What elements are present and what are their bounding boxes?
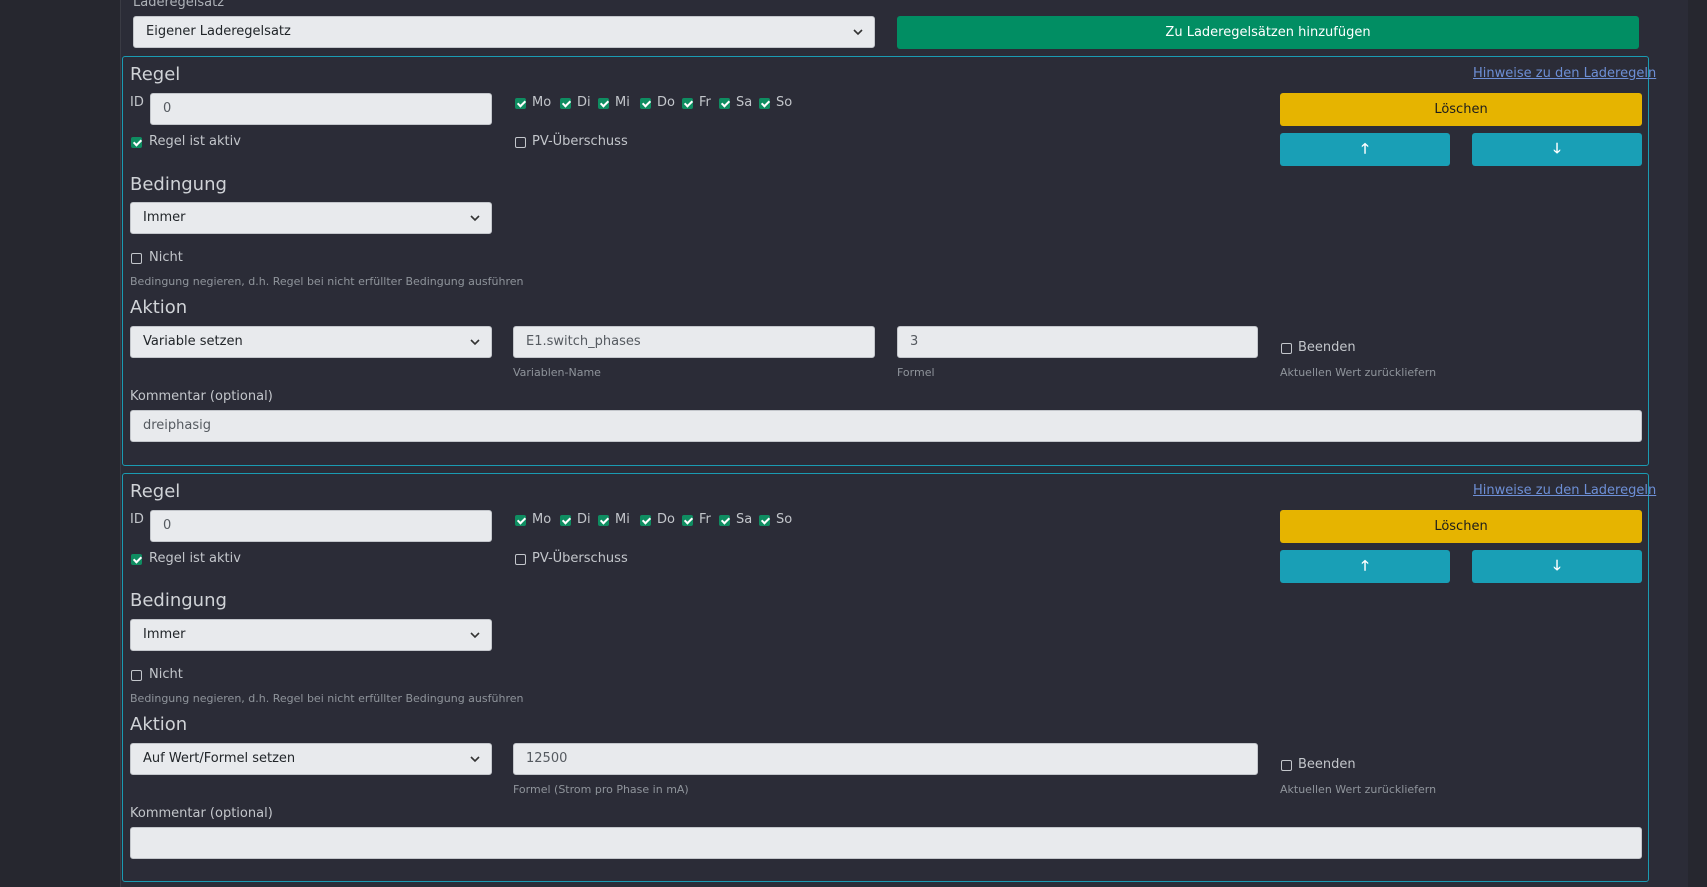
move-up-button[interactable]: 🡑 <box>1280 133 1450 166</box>
comment-input[interactable] <box>130 827 1642 859</box>
rule-active-checkbox[interactable] <box>131 137 142 148</box>
id-label: ID <box>130 512 144 527</box>
day-checkbox-do[interactable] <box>640 98 651 109</box>
not-checkbox[interactable] <box>131 253 142 264</box>
day-label: Fr <box>699 512 711 527</box>
day-label: Mo <box>532 512 552 527</box>
right-scrollbar-track[interactable] <box>1688 0 1707 887</box>
rule-title: Regel <box>130 481 181 502</box>
day-checkbox-do[interactable] <box>640 515 651 526</box>
day-label: So <box>776 95 793 110</box>
condition-select-value: Immer <box>143 210 186 225</box>
day-label: Mi <box>615 512 630 527</box>
move-down-button[interactable]: 🡓 <box>1472 550 1642 583</box>
finish-label: Beenden <box>1298 757 1356 772</box>
id-input[interactable]: 0 <box>150 510 492 542</box>
move-down-button[interactable]: 🡓 <box>1472 133 1642 166</box>
chevron-down-icon <box>470 632 480 639</box>
arrow-up-icon: 🡑 <box>1361 141 1369 157</box>
day-label: So <box>776 512 793 527</box>
not-checkbox[interactable] <box>131 670 142 681</box>
finish-help-text: Aktuellen Wert zurückliefern <box>1280 783 1437 796</box>
finish-checkbox[interactable] <box>1281 760 1292 771</box>
condition-select-value: Immer <box>143 627 186 642</box>
rule-active-label: Regel ist aktiv <box>149 551 241 566</box>
comment-input[interactable]: dreiphasig <box>130 410 1642 442</box>
charge-rules-hint-link[interactable]: Hinweise zu den Laderegeln <box>1473 66 1656 81</box>
rule-active-checkbox[interactable] <box>131 554 142 565</box>
day-checkbox-so[interactable] <box>759 515 770 526</box>
ruleset-select[interactable]: Eigener Laderegelsatz <box>133 16 875 48</box>
day-label: Do <box>657 95 675 110</box>
move-up-button[interactable]: 🡑 <box>1280 550 1450 583</box>
condition-title: Bedingung <box>130 590 227 611</box>
action-select-value: Auf Wert/Formel setzen <box>143 751 296 766</box>
day-checkbox-mo[interactable] <box>515 515 526 526</box>
day-checkbox-fr[interactable] <box>682 98 693 109</box>
not-label: Nicht <box>149 250 183 265</box>
arrow-down-icon: 🡓 <box>1553 141 1561 157</box>
day-label: Do <box>657 512 675 527</box>
day-label: Fr <box>699 95 711 110</box>
charge-rules-hint-link[interactable]: Hinweise zu den Laderegeln <box>1473 483 1656 498</box>
comment-label: Kommentar (optional) <box>130 806 273 821</box>
chevron-down-icon <box>853 29 863 36</box>
pv-surplus-label: PV-Überschuss <box>532 134 628 149</box>
ruleset-select-value: Eigener Laderegelsatz <box>146 24 291 39</box>
condition-title: Bedingung <box>130 174 227 195</box>
left-sidebar <box>0 0 121 887</box>
pv-surplus-label: PV-Überschuss <box>532 551 628 566</box>
not-help-text: Bedingung negieren, d.h. Regel bei nicht… <box>130 692 524 705</box>
day-checkbox-di[interactable] <box>560 98 571 109</box>
id-input[interactable]: 0 <box>150 93 492 125</box>
day-checkbox-di[interactable] <box>560 515 571 526</box>
condition-select[interactable]: Immer <box>130 619 492 651</box>
pv-surplus-checkbox[interactable] <box>515 137 526 148</box>
day-label: Di <box>577 95 591 110</box>
rule-title: Regel <box>130 64 181 85</box>
formula-input[interactable]: 12500 <box>513 743 1258 775</box>
formula-label: Formel <box>897 366 935 379</box>
arrow-down-icon: 🡓 <box>1553 558 1561 574</box>
day-label: Mo <box>532 95 552 110</box>
delete-button[interactable]: Löschen <box>1280 510 1642 543</box>
day-label: Sa <box>736 95 753 110</box>
variable-name-label: Variablen-Name <box>513 366 601 379</box>
day-checkbox-sa[interactable] <box>719 515 730 526</box>
charge-ruleset-label: Laderegelsatz <box>133 0 225 10</box>
day-checkbox-sa[interactable] <box>719 98 730 109</box>
pv-surplus-checkbox[interactable] <box>515 554 526 565</box>
add-to-rulesets-button[interactable]: Zu Laderegelsätzen hinzufügen <box>897 16 1639 49</box>
comment-label: Kommentar (optional) <box>130 389 273 404</box>
chevron-down-icon <box>470 215 480 222</box>
id-label: ID <box>130 95 144 110</box>
not-label: Nicht <box>149 667 183 682</box>
variable-name-input[interactable]: E1.switch_phases <box>513 326 875 358</box>
day-label: Di <box>577 512 591 527</box>
arrow-up-icon: 🡑 <box>1361 558 1369 574</box>
rule-active-label: Regel ist aktiv <box>149 134 241 149</box>
finish-help-text: Aktuellen Wert zurückliefern <box>1280 366 1437 379</box>
action-title: Aktion <box>130 297 188 318</box>
day-label: Sa <box>736 512 753 527</box>
day-label: Mi <box>615 95 630 110</box>
chevron-down-icon <box>470 756 480 763</box>
formula-input[interactable]: 3 <box>897 326 1258 358</box>
day-checkbox-fr[interactable] <box>682 515 693 526</box>
day-checkbox-mi[interactable] <box>598 515 609 526</box>
action-select[interactable]: Variable setzen <box>130 326 492 358</box>
formula-label: Formel (Strom pro Phase in mA) <box>513 783 689 796</box>
day-checkbox-mo[interactable] <box>515 98 526 109</box>
day-checkbox-so[interactable] <box>759 98 770 109</box>
finish-checkbox[interactable] <box>1281 343 1292 354</box>
condition-select[interactable]: Immer <box>130 202 492 234</box>
not-help-text: Bedingung negieren, d.h. Regel bei nicht… <box>130 275 524 288</box>
day-checkbox-mi[interactable] <box>598 98 609 109</box>
delete-button[interactable]: Löschen <box>1280 93 1642 126</box>
action-title: Aktion <box>130 714 188 735</box>
chevron-down-icon <box>470 339 480 346</box>
action-select[interactable]: Auf Wert/Formel setzen <box>130 743 492 775</box>
action-select-value: Variable setzen <box>143 334 243 349</box>
finish-label: Beenden <box>1298 340 1356 355</box>
